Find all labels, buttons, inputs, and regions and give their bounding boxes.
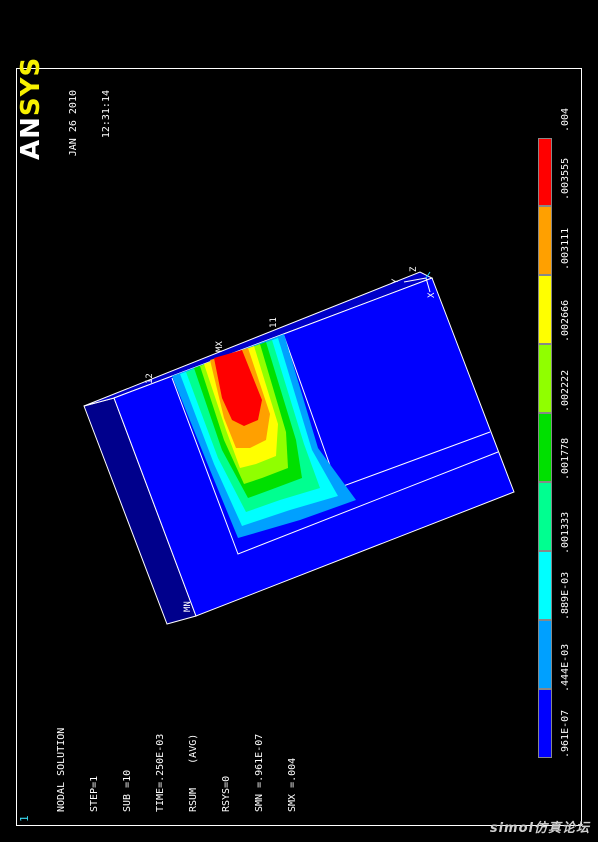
- triad-label-x: X: [427, 292, 437, 298]
- watermark-logo: simol仿真论坛: [489, 821, 590, 836]
- fe-model-plot: 12 11 MX MN Y Z X: [83, 266, 515, 625]
- node-label-12: 12: [145, 373, 155, 384]
- node-label-11: 11: [269, 317, 279, 328]
- min-label: MN: [183, 601, 193, 612]
- triad-label-z: Z: [409, 266, 419, 272]
- max-label: MX: [215, 341, 225, 352]
- triad-label-y: Y: [391, 278, 401, 284]
